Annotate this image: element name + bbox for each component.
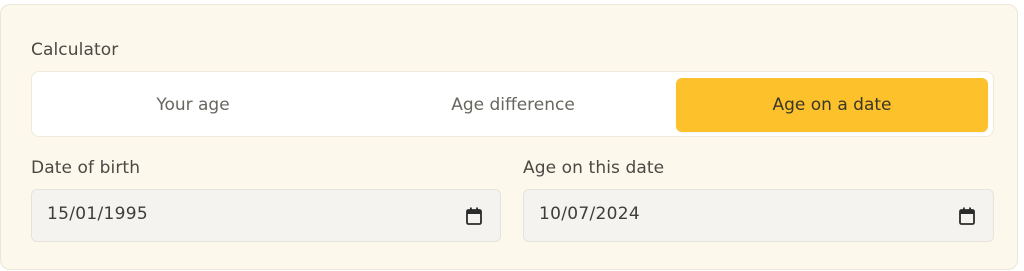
age-on-date-label: Age on this date: [523, 158, 665, 178]
tab-age-on-a-date[interactable]: Age on a date: [676, 78, 988, 132]
calculator-card: Calculator Your age Age difference Age o…: [0, 4, 1018, 270]
calendar-icon[interactable]: [959, 207, 975, 225]
tab-age-difference[interactable]: Age difference: [357, 78, 669, 132]
date-of-birth-input[interactable]: 15/01/1995: [31, 189, 501, 242]
date-of-birth-label: Date of birth: [31, 158, 141, 178]
age-on-date-input[interactable]: 10/07/2024: [523, 189, 994, 242]
calendar-icon[interactable]: [466, 207, 482, 225]
calculator-label: Calculator: [31, 40, 119, 60]
age-on-date-value[interactable]: 10/07/2024: [539, 204, 640, 224]
date-of-birth-value[interactable]: 15/01/1995: [47, 204, 148, 224]
tab-your-age[interactable]: Your age: [37, 78, 349, 132]
calculator-mode-selector: Your age Age difference Age on a date: [31, 71, 994, 137]
